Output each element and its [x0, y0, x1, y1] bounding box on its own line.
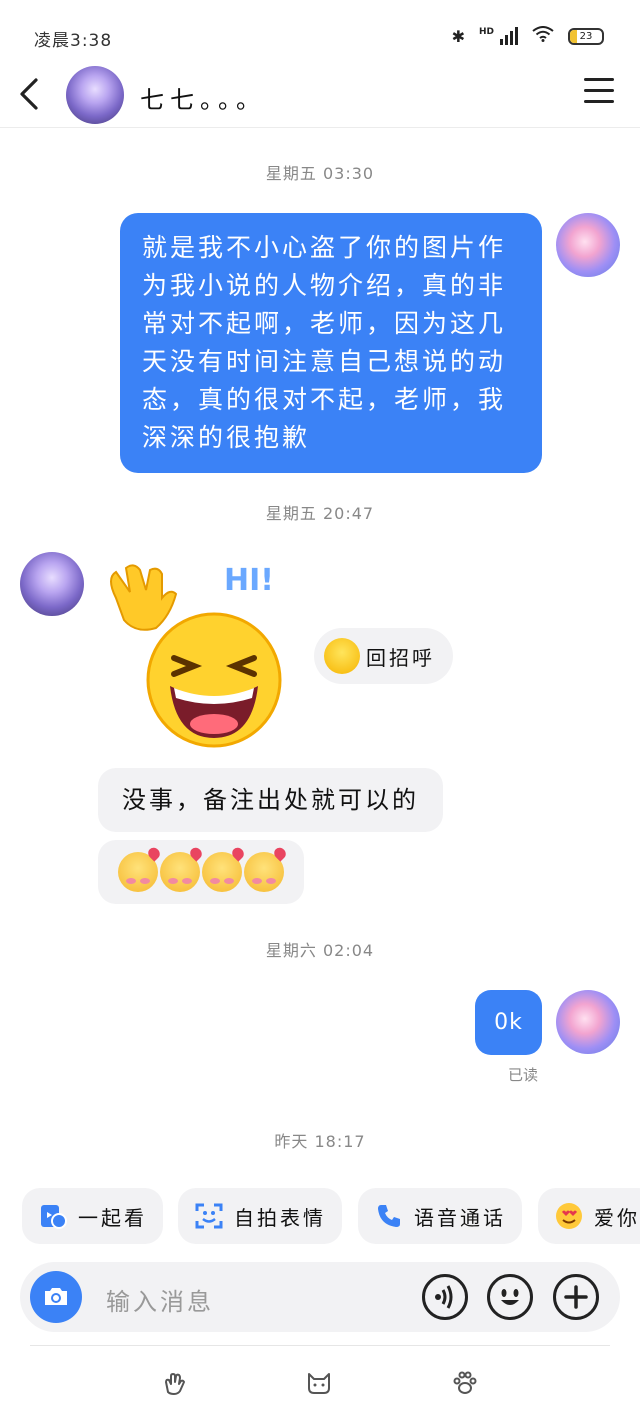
voice-button[interactable] [422, 1274, 468, 1320]
chat-header: 七七。。。 [0, 60, 640, 128]
battery-level: 23 [579, 30, 593, 42]
contact-avatar[interactable] [20, 552, 84, 616]
selfie-sticker-icon [195, 1203, 223, 1229]
love-you-label: 爱你 [594, 1205, 640, 1230]
contact-avatar[interactable] [66, 66, 124, 124]
hamburger-menu-icon[interactable] [584, 78, 618, 108]
incoming-emoji-message[interactable] [98, 840, 304, 904]
plus-button[interactable] [553, 1274, 599, 1320]
selfie-sticker-label: 自拍表情 [234, 1205, 326, 1230]
camera-button[interactable] [30, 1271, 82, 1323]
battery-icon: 23 [568, 27, 604, 45]
grinning-face-icon [324, 638, 360, 674]
emoji-icon [501, 1289, 519, 1305]
bluetooth-icon: ✱ [451, 26, 465, 46]
voice-call-button[interactable]: 语音通话 [358, 1188, 522, 1244]
status-icons: ✱ HD 23 [452, 26, 604, 46]
my-avatar[interactable] [556, 990, 620, 1054]
message-input[interactable]: 输入消息 [106, 1282, 214, 1317]
outgoing-message[interactable]: 0k [475, 990, 542, 1055]
voice-call-label: 语音通话 [414, 1205, 506, 1230]
watch-together-button[interactable]: 一起看 [22, 1188, 163, 1244]
camera-icon [45, 1288, 67, 1305]
contact-name[interactable]: 七七。。。 [140, 80, 266, 115]
plus-icon [564, 1285, 588, 1309]
greet-reply-button[interactable]: 回招呼 [314, 628, 453, 684]
status-bar: 凌晨3:38 ✱ HD 23 [0, 0, 640, 60]
phone-icon [378, 1205, 400, 1227]
timestamp: 星期五 20:47 [265, 504, 375, 523]
sticker-text: HI! [224, 563, 274, 598]
network-label: HD [478, 27, 494, 37]
divider [30, 1345, 610, 1346]
timestamp: 星期五 03:30 [265, 164, 375, 183]
quick-actions-bar: 一起看 自拍表情 语音通话 爱你 [0, 1188, 640, 1246]
voice-icon [435, 1285, 453, 1309]
message-input-bar: 输入消息 [20, 1262, 620, 1332]
timestamp: 星期六 02:04 [265, 941, 375, 960]
cat-icon[interactable] [306, 1370, 332, 1396]
status-time: 凌晨3:38 [34, 31, 113, 51]
smiling-face-hearts-icon [118, 852, 158, 892]
love-you-button[interactable]: 爱你 [538, 1188, 640, 1244]
clap-icon[interactable] [162, 1370, 188, 1396]
greet-reply-label: 回招呼 [366, 645, 435, 670]
timestamp: 昨天 18:17 [274, 1132, 366, 1151]
watch-together-label: 一起看 [78, 1205, 147, 1230]
smiling-face-hearts-icon [160, 852, 200, 892]
battery-fill [570, 29, 578, 43]
signal-icon [500, 27, 518, 45]
incoming-message[interactable]: 没事，备注出处就可以的 [98, 768, 443, 832]
watch-together-icon [41, 1205, 67, 1229]
paw-icon[interactable] [452, 1370, 478, 1396]
outgoing-message[interactable]: 就是我不小心盗了你的图片作为我小说的人物介绍，真的非常对不起啊，老师，因为这几天… [120, 213, 542, 473]
emoji-button[interactable] [487, 1274, 533, 1320]
heart-eyes-icon [556, 1203, 582, 1229]
wifi-icon [532, 26, 554, 46]
smiling-face-hearts-icon [202, 852, 242, 892]
my-avatar[interactable] [556, 213, 620, 277]
selfie-sticker-button[interactable]: 自拍表情 [178, 1188, 342, 1244]
read-status: 已读 [508, 1066, 539, 1084]
hi-sticker[interactable]: HI! [96, 558, 296, 754]
smiling-face-hearts-icon [244, 852, 284, 892]
chevron-left-icon[interactable] [14, 74, 44, 114]
